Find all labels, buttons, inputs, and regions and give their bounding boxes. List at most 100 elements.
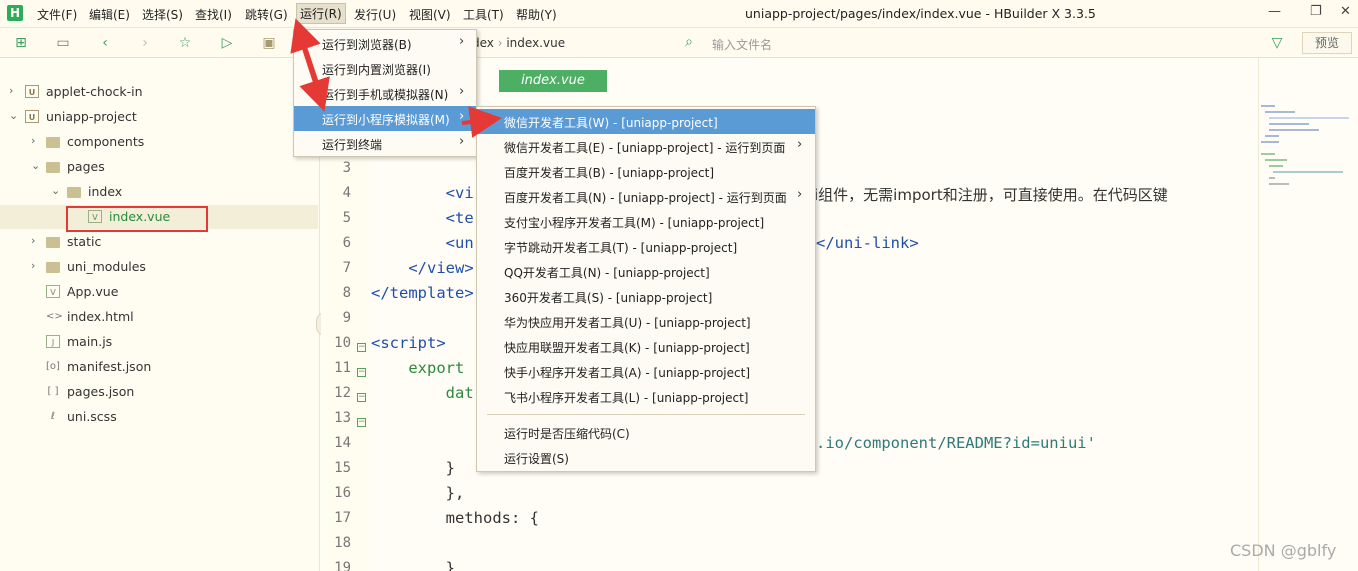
minimize-button[interactable]: — (1268, 4, 1281, 19)
wechat-devtools-item[interactable]: 微信开发者工具(W) - [uniapp-project] (477, 109, 815, 134)
minimap[interactable] (1258, 58, 1358, 571)
chevron-down-icon[interactable]: ⌄ (31, 159, 41, 172)
wechat-devtools-page-item[interactable]: 微信开发者工具(E) - [uniapp-project] - 运行到页面 › (477, 134, 815, 159)
run-to-browser-item[interactable]: 运行到浏览器(B) › (294, 31, 476, 56)
code-line-tail: .io/component/README?id=uniui' (816, 434, 1096, 452)
tree-item-pages[interactable]: ⌄ pages (0, 155, 318, 179)
fold-toggle-icon[interactable]: − (357, 368, 366, 377)
project-icon[interactable]: ▣ (260, 34, 278, 52)
annotation-highlight-box (66, 206, 208, 232)
fold-toggle-icon[interactable]: − (357, 418, 366, 427)
line-number: 13 (334, 410, 351, 426)
folder-icon (46, 137, 60, 148)
code-line: </view> (371, 259, 474, 277)
menu-edit[interactable]: 编辑(E) (89, 6, 130, 23)
run-settings-item[interactable]: 运行设置(S) (477, 445, 815, 470)
menu-select[interactable]: 选择(S) (142, 6, 183, 23)
menu-publish[interactable]: 发行(U) (354, 6, 396, 23)
run-to-builtin-browser-item[interactable]: 运行到内置浏览器(I) (294, 56, 476, 81)
menu-file[interactable]: 文件(F) (37, 6, 77, 23)
breadcrumb-item[interactable]: index.vue (506, 36, 565, 50)
chevron-down-icon[interactable]: ⌄ (51, 184, 61, 197)
project-icon: U (25, 85, 39, 98)
line-number: 3 (342, 160, 351, 176)
chevron-right-icon: › (459, 84, 465, 99)
save-icon[interactable]: ▭ (54, 34, 72, 52)
tree-item-label: index (88, 184, 123, 199)
close-button[interactable]: ✕ (1340, 4, 1351, 19)
project-explorer: › U applet-chock-in ⌄ U uniapp-project ›… (0, 58, 320, 571)
new-file-icon[interactable]: ⊞ (12, 34, 30, 52)
menu-item-label: 支付宝小程序开发者工具(M) - [uniapp-project] (504, 216, 765, 230)
tree-item-uni-modules[interactable]: › uni_modules (0, 255, 318, 279)
menu-find[interactable]: 查找(I) (195, 6, 232, 23)
tree-item-uni-scss[interactable]: ℓ uni.scss (0, 405, 318, 429)
line-number: 16 (334, 485, 351, 501)
tree-item-index-folder[interactable]: ⌄ index (0, 180, 318, 204)
line-number: 11 (334, 360, 351, 376)
huawei-quickapp-devtools-item[interactable]: 华为快应用开发者工具(U) - [uniapp-project] (477, 309, 815, 334)
chevron-right-icon[interactable]: › (9, 84, 19, 97)
run-to-device-item[interactable]: 运行到手机或模拟器(N) › (294, 81, 476, 106)
tree-item-label: main.js (67, 334, 113, 349)
maximize-button[interactable]: ❐ (1310, 4, 1322, 19)
code-line: <script> (371, 334, 446, 352)
code-line-tail: i组件，无需import和注册，可直接使用。在代码区键 (814, 186, 1168, 204)
360-devtools-item[interactable]: 360开发者工具(S) - [uniapp-project] (477, 284, 815, 309)
bytedance-devtools-item[interactable]: 字节跳动开发者工具(T) - [uniapp-project] (477, 234, 815, 259)
run-icon[interactable]: ▷ (218, 34, 236, 52)
breadcrumb: dex › index.vue (472, 36, 566, 50)
chevron-right-icon[interactable]: › (31, 134, 41, 147)
forward-arrow-icon[interactable]: › (136, 34, 154, 52)
fold-toggle-icon[interactable]: − (357, 393, 366, 402)
qq-devtools-item[interactable]: QQ开发者工具(N) - [uniapp-project] (477, 259, 815, 284)
line-number: 7 (342, 260, 351, 276)
filter-icon[interactable]: ▽ (1268, 34, 1286, 52)
run-to-terminal-item[interactable]: 运行到终端 › (294, 131, 476, 156)
chevron-right-icon[interactable]: › (31, 259, 41, 272)
chevron-right-icon[interactable]: › (31, 234, 41, 247)
run-to-miniprogram-item[interactable]: 运行到小程序模拟器(M) › (294, 106, 476, 131)
tree-item-app-vue[interactable]: V App.vue (0, 280, 318, 304)
code-line: </template> (371, 284, 474, 302)
tree-item-manifest-json[interactable]: [o] manifest.json (0, 355, 318, 379)
project-icon: U (25, 110, 39, 123)
tree-item-static[interactable]: › static (0, 230, 318, 254)
fold-toggle-icon[interactable]: − (357, 343, 366, 352)
tree-item-components[interactable]: › components (0, 130, 318, 154)
editor-tab-index-vue[interactable]: index.vue (499, 70, 607, 92)
baidu-devtools-page-item[interactable]: 百度开发者工具(N) - [uniapp-project] - 运行到页面 › (477, 184, 815, 209)
menu-item-label: 微信开发者工具(W) - [uniapp-project] (504, 116, 718, 130)
tree-item-pages-json[interactable]: [ ] pages.json (0, 380, 318, 404)
line-number: 5 (342, 210, 351, 226)
menu-tools[interactable]: 工具(T) (463, 6, 504, 23)
menu-help[interactable]: 帮助(Y) (516, 6, 557, 23)
chevron-right-icon: › (797, 137, 803, 152)
back-arrow-icon[interactable]: ‹ (96, 34, 114, 52)
tree-item-index-html[interactable]: <> index.html (0, 305, 318, 329)
star-icon[interactable]: ☆ (176, 34, 194, 52)
menu-view[interactable]: 视图(V) (409, 6, 451, 23)
folder-icon (46, 162, 60, 173)
menu-item-label: 运行到浏览器(B) (322, 38, 412, 52)
preview-button[interactable]: 预览 (1302, 32, 1352, 54)
menu-item-label: 运行到手机或模拟器(N) (322, 88, 449, 102)
menu-run[interactable]: 运行(R) (296, 3, 346, 24)
chevron-right-icon: › (797, 187, 803, 202)
tree-item-label: applet-chock-in (46, 84, 143, 99)
alipay-devtools-item[interactable]: 支付宝小程序开发者工具(M) - [uniapp-project] (477, 209, 815, 234)
json-file-icon: [o] (46, 361, 60, 372)
tree-item-main-js[interactable]: J main.js (0, 330, 318, 354)
code-line: <te (371, 209, 474, 227)
chevron-down-icon[interactable]: ⌄ (9, 109, 19, 122)
quickapp-alliance-devtools-item[interactable]: 快应用联盟开发者工具(K) - [uniapp-project] (477, 334, 815, 359)
feishu-devtools-item[interactable]: 飞书小程序开发者工具(L) - [uniapp-project] (477, 384, 815, 409)
tree-item-uniapp-project[interactable]: ⌄ U uniapp-project (0, 105, 318, 129)
menu-goto[interactable]: 跳转(G) (245, 6, 288, 23)
baidu-devtools-item[interactable]: 百度开发者工具(B) - [uniapp-project] (477, 159, 815, 184)
kuaishou-devtools-item[interactable]: 快手小程序开发者工具(A) - [uniapp-project] (477, 359, 815, 384)
tree-item-applet-chock-in[interactable]: › U applet-chock-in (0, 80, 318, 104)
menu-item-label: 运行到终端 (322, 138, 383, 152)
file-search-input[interactable]: ⌕ 输入文件名 (680, 34, 1240, 52)
compress-code-item[interactable]: 运行时是否压缩代码(C) (477, 420, 815, 445)
